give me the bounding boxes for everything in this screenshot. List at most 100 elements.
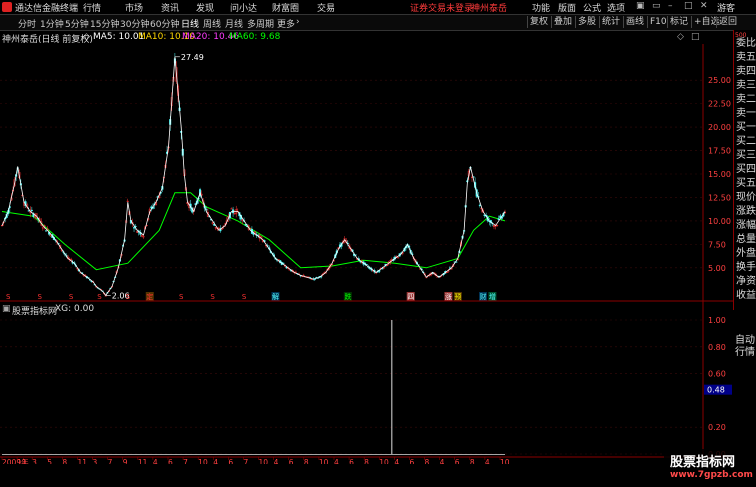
event-markers: S S S S S 定 S S S 解 跌 四 涨预 财增 xyxy=(6,292,497,301)
x-axis-label: 11 xyxy=(77,458,87,464)
candle-body xyxy=(257,234,260,236)
y-tick-label: 22.50 xyxy=(708,100,731,109)
side-tabs: 自动 行情 xyxy=(733,335,756,359)
close-icon[interactable]: ✕ xyxy=(700,1,708,11)
side-item-outer-volume[interactable]: 外盘 xyxy=(736,248,756,260)
x-axis-label: 4 xyxy=(213,458,218,464)
side-item-change[interactable]: 涨跌 xyxy=(736,206,756,218)
side-item-volume[interactable]: 总量 xyxy=(736,234,756,246)
screen-icon[interactable]: ▭ xyxy=(652,1,661,11)
menu-news[interactable]: 资讯 xyxy=(161,1,179,14)
draw-button[interactable]: 画线 xyxy=(623,16,646,28)
event-marker: 涨 xyxy=(445,292,452,301)
maximize-icon[interactable]: □ xyxy=(684,1,693,11)
side-item-turnover[interactable]: 换手 xyxy=(736,262,756,274)
y-tick-label: 5.00 xyxy=(708,264,726,273)
menu-layout[interactable]: 版面 xyxy=(558,1,576,14)
x-axis-label: 7 xyxy=(108,458,113,464)
mark-button[interactable]: 标记 xyxy=(667,16,690,28)
period-more[interactable]: 更多 xyxy=(277,17,295,30)
minimize-icon[interactable]: – xyxy=(668,1,673,11)
side-item-ask4[interactable]: 卖四 xyxy=(736,66,756,78)
f10-button[interactable]: F10 xyxy=(647,16,669,28)
trade-login-warning[interactable]: 证券交易未登录 xyxy=(410,1,473,14)
indicator-y-tick: 1.00 xyxy=(708,316,726,325)
indicator-grid xyxy=(0,319,703,455)
menu-functions[interactable]: 功能 xyxy=(532,1,550,14)
high-price-label: 27.49 xyxy=(181,53,204,62)
side-item-committee-ratio[interactable]: 委比 xyxy=(736,38,756,50)
candle-series xyxy=(1,53,507,297)
candle-body xyxy=(230,208,233,210)
tab-quotes[interactable]: 行情 xyxy=(733,347,756,359)
window-close-icon[interactable]: □ xyxy=(691,32,700,42)
x-axis-label: 10 xyxy=(259,458,269,464)
x-axis-label: 10 xyxy=(319,458,329,464)
event-marker: 预 xyxy=(454,292,461,301)
multi-stock-button[interactable]: 多股 xyxy=(575,16,598,28)
period-weekly[interactable]: 周线 xyxy=(203,17,221,30)
event-marker: S xyxy=(69,293,74,301)
menu-discover[interactable]: 发现 xyxy=(196,1,214,14)
side-item-bid1[interactable]: 买一 xyxy=(736,122,756,134)
period-5min[interactable]: 5分钟 xyxy=(65,17,89,30)
menu-quotes[interactable]: 行情 xyxy=(83,1,101,14)
indicator-title: 股票指标网 xyxy=(12,307,58,317)
menu-trade[interactable]: 交易 xyxy=(317,1,335,14)
y-tick-label: 10.00 xyxy=(708,217,731,226)
x-axis-label: 6 xyxy=(228,458,233,464)
back-button[interactable]: 返回 xyxy=(716,16,739,28)
side-item-ask2[interactable]: 卖二 xyxy=(736,94,756,106)
menu-market[interactable]: 市场 xyxy=(125,1,143,14)
chart-canvas[interactable]: 25.00 22.50 20.00 17.50 15.00 12.50 10.00 7.50 5… xyxy=(0,44,733,464)
side-item-bid2[interactable]: 买二 xyxy=(736,136,756,148)
period-60min[interactable]: 60分钟 xyxy=(150,17,179,30)
period-daily[interactable]: 日线 xyxy=(181,17,199,30)
side-item-bid5[interactable]: 买五 xyxy=(736,178,756,190)
y-tick-label: 12.50 xyxy=(708,193,731,202)
period-15min[interactable]: 15分钟 xyxy=(90,17,119,30)
ma5-value: MA5: 10.01 xyxy=(93,32,145,42)
menu-options[interactable]: 选项 xyxy=(607,1,625,14)
side-item-change-pct[interactable]: 涨幅 xyxy=(736,220,756,232)
app-logo-icon xyxy=(2,2,12,12)
overlay-button[interactable]: 叠加 xyxy=(551,16,574,28)
period-30min[interactable]: 30分钟 xyxy=(120,17,149,30)
side-item-earnings[interactable]: 收益 xyxy=(736,290,756,302)
period-intraday[interactable]: 分时 xyxy=(18,17,36,30)
user-guest[interactable]: 游客 xyxy=(717,1,735,14)
menu-wenxiaoda[interactable]: 问小达 xyxy=(230,1,257,14)
expand-icon[interactable]: ◇ xyxy=(83,32,90,42)
side-item-net-assets[interactable]: 净资 xyxy=(736,276,756,288)
period-monthly[interactable]: 月线 xyxy=(225,17,243,30)
side-item-ask1[interactable]: 卖一 xyxy=(736,108,756,120)
lock-icon[interactable]: ▣ xyxy=(636,1,645,11)
side-item-bid3[interactable]: 买三 xyxy=(736,150,756,162)
stats-button[interactable]: 统计 xyxy=(599,16,622,28)
side-item-ask3[interactable]: 卖三 xyxy=(736,80,756,92)
period-1min[interactable]: 1分钟 xyxy=(40,17,64,30)
watermark-title: 股票指标网 xyxy=(670,455,736,470)
event-marker: 解 xyxy=(272,292,279,301)
tab-auto[interactable]: 自动 xyxy=(733,335,756,347)
x-axis-label: 6 xyxy=(455,458,460,464)
more-arrow-icon[interactable]: › xyxy=(296,17,300,27)
indicator-toggle-icon[interactable]: ▣ xyxy=(2,304,11,314)
x-axis-label: 4 xyxy=(334,458,339,464)
candle-body xyxy=(397,257,400,259)
menu-wealth[interactable]: 财富圈 xyxy=(272,1,299,14)
side-item-price[interactable]: 现价 xyxy=(736,192,756,204)
event-marker: 财 xyxy=(479,292,486,301)
candle-body xyxy=(45,230,48,232)
settings-icon[interactable]: ◇ xyxy=(677,32,684,42)
event-marker: 四 xyxy=(407,293,414,301)
x-axis-label: 6 xyxy=(349,458,354,464)
period-multi[interactable]: 多周期 xyxy=(247,17,274,30)
event-marker: 跌 xyxy=(344,292,351,301)
price-line xyxy=(1,56,506,297)
side-item-ask5[interactable]: 卖五 xyxy=(736,52,756,64)
side-item-bid4[interactable]: 买四 xyxy=(736,164,756,176)
menu-formula[interactable]: 公式 xyxy=(583,1,601,14)
adjust-button[interactable]: 复权 xyxy=(527,16,550,28)
watermark: 股票指标网 www.7gpzb.com xyxy=(664,449,756,487)
